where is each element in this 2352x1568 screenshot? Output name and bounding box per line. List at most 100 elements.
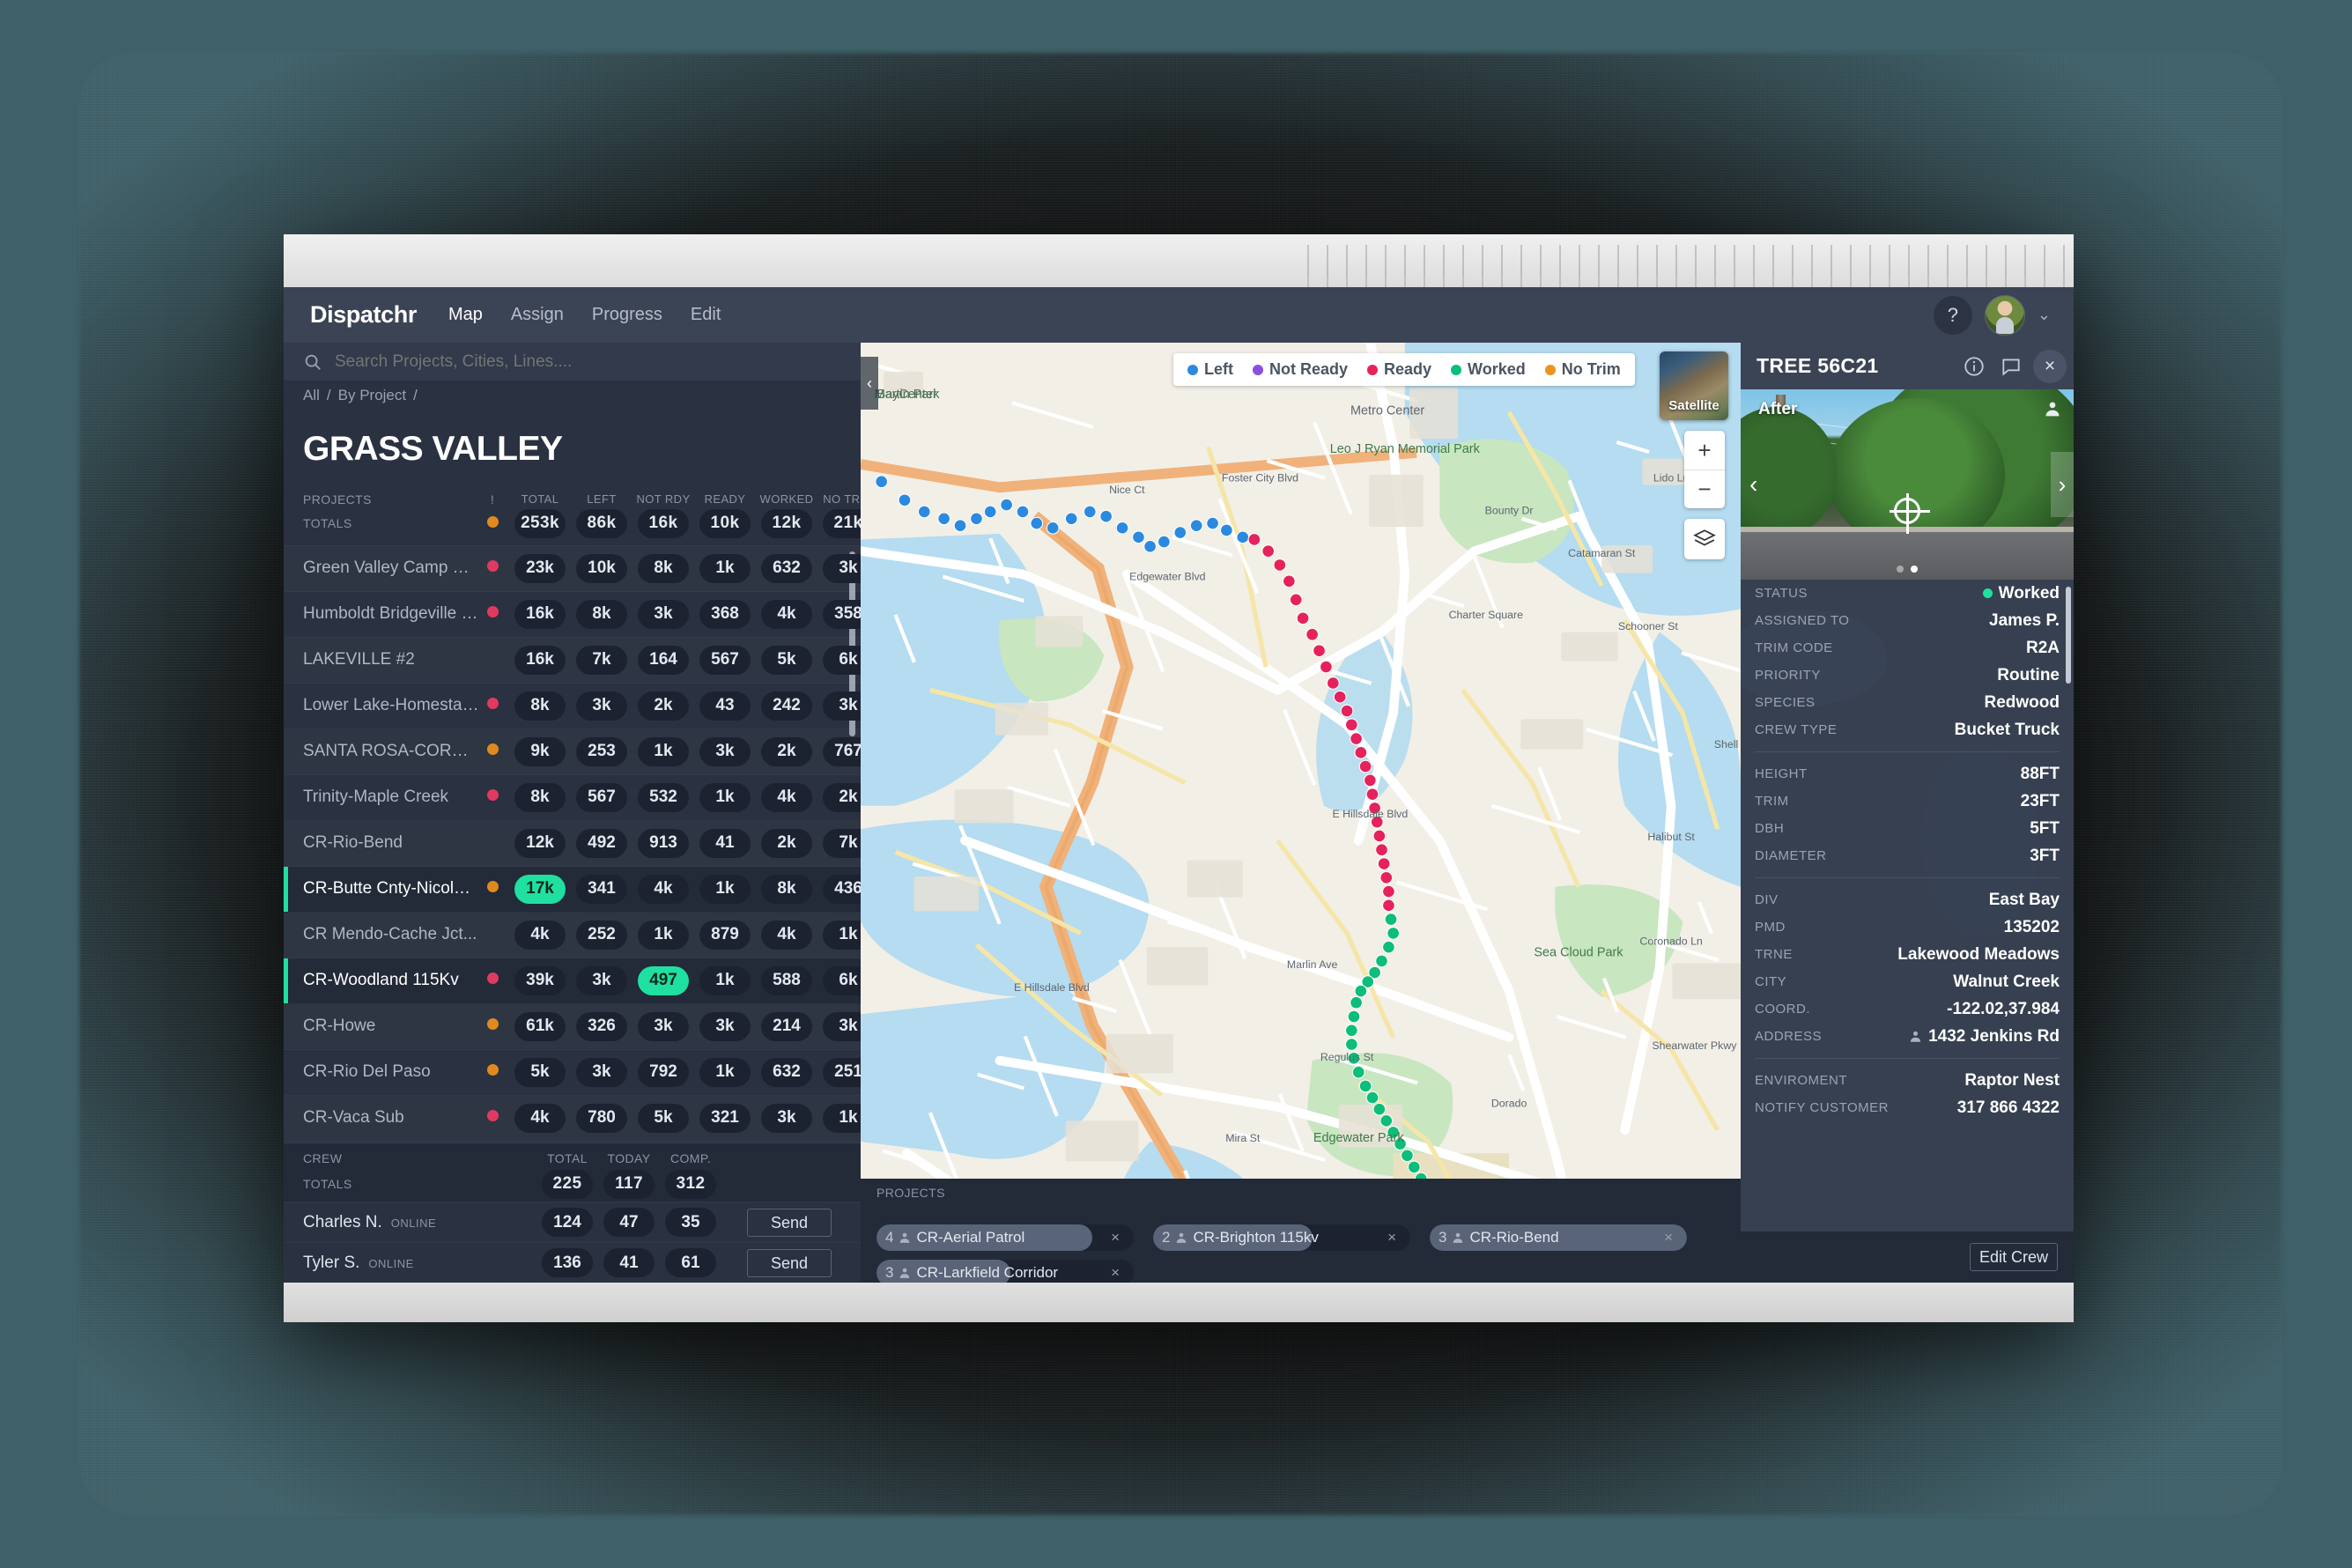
help-icon[interactable]: ? (1933, 295, 1972, 335)
project-chip[interactable]: 3 CR-Rio-Bend × (1430, 1224, 1687, 1251)
send-button[interactable]: Send (747, 1248, 832, 1277)
photo-prev-button[interactable]: ‹ (1749, 470, 1757, 499)
project-flag (479, 1018, 506, 1034)
map-tree-marker (1379, 870, 1394, 884)
cell-left: 492 (576, 828, 627, 858)
project-chip[interactable]: 2 CR-Brighton 115kv × (1153, 1224, 1410, 1251)
crew-row[interactable]: Charles N. ONLINE 124 47 35 Send (284, 1202, 861, 1242)
tree-detail-scrollbar[interactable] (2066, 587, 2071, 684)
map-container[interactable]: BayCenter Metro Center Leo J Ryan Memorial… (861, 343, 1741, 1283)
cell-not_rdy-cell: 1k (636, 736, 691, 766)
search-input[interactable] (335, 351, 841, 372)
cell-total-cell: 16k (513, 599, 567, 629)
totals-label: TOTALS (303, 516, 352, 531)
chevron-down-icon[interactable]: ⌄ (2038, 306, 2051, 324)
nav-item-map[interactable]: Map (448, 305, 483, 325)
detail-value: 3FT (2030, 847, 2060, 866)
map-tree-marker (1363, 773, 1377, 788)
crew-row[interactable]: Tyler S. ONLINE 136 41 61 Send (284, 1242, 861, 1283)
breadcrumb-item-by-project[interactable]: By Project (338, 387, 406, 404)
table-row[interactable]: Trinity-Maple Creek8k5675321k4k2k› (284, 775, 861, 821)
cell-total-cell: 8k (513, 782, 567, 812)
col-flag: ! (490, 492, 495, 507)
cell-total: 17k (514, 874, 566, 904)
tree-detail-header: TREE 56C21 × (1741, 343, 2074, 389)
cell-not_rdy-cell: 497 (636, 965, 691, 995)
map-tree-marker (1407, 1160, 1421, 1174)
person-icon[interactable] (2044, 400, 2061, 422)
zoom-out-button[interactable]: − (1684, 470, 1725, 508)
collapse-sidebar-button[interactable]: ‹ (861, 357, 878, 410)
status-dot (486, 606, 499, 618)
project-chip[interactable]: 3 CR-Larkfield Corridor × (876, 1260, 1134, 1283)
nav-item-edit[interactable]: Edit (691, 305, 721, 325)
nav-item-assign[interactable]: Assign (511, 305, 564, 325)
table-row[interactable]: LAKEVILLE #216k7k1645675k6k› (284, 638, 861, 684)
chip-remove-icon[interactable]: × (1664, 1229, 1673, 1246)
photo-pagination-dots[interactable] (1897, 566, 1918, 573)
table-row[interactable]: SANTA ROSA-CORONA9k2531k3k2k767› (284, 729, 861, 775)
chip-remove-icon[interactable]: × (1111, 1264, 1120, 1282)
legend-item-not-ready: Not Ready (1253, 360, 1348, 379)
tree-photo[interactable]: After ‹ › (1741, 389, 2074, 580)
map-tree-marker (1326, 677, 1340, 690)
map-layers-button[interactable] (1684, 519, 1725, 559)
map-tree-marker (1296, 611, 1310, 625)
nav-item-progress[interactable]: Progress (592, 305, 662, 325)
table-row[interactable]: CR-Rio Del Paso5k3k7921k632251› (284, 1050, 861, 1096)
map-tree-marker (1344, 1038, 1358, 1051)
person-icon (1910, 1031, 1921, 1042)
detail-value-text: Redwood (1984, 692, 2060, 712)
table-row[interactable]: CR Mendo-Cache Jct...4k2521k8794k1k› (284, 913, 861, 958)
col-crew: CREW (303, 1151, 343, 1165)
col-left: LEFT (587, 492, 617, 507)
breadcrumb-item-all[interactable]: All (303, 387, 320, 404)
send-button[interactable]: Send (747, 1208, 832, 1237)
totals-worked: 12k (761, 508, 812, 538)
satellite-toggle-button[interactable]: Satellite (1660, 351, 1728, 420)
cell-no_trim: 767 (823, 736, 861, 766)
cell-left: 3k (576, 965, 627, 995)
photo-next-button[interactable]: › (2051, 452, 2074, 517)
info-icon[interactable] (1959, 351, 1989, 381)
crew-member-name: Charles N. ONLINE (303, 1212, 437, 1231)
map-canvas[interactable]: BayCenterMetro CenterLeo J Ryan Memorial… (861, 343, 1741, 1283)
table-row[interactable]: Lower Lake-Homestake8k3k2k432423k› (284, 684, 861, 729)
map-label: Shearwater Pkwy (1652, 1039, 1737, 1052)
chip-count: 3 (885, 1264, 894, 1281)
search-bar[interactable] (284, 343, 861, 381)
detail-value-text: 88FT (2020, 764, 2060, 783)
cell-no_trim: 3k (823, 1011, 861, 1041)
table-row[interactable]: CR-Butte Cnty-Nicolaus Blvd 17k 341 4k 1k 8k 4… (284, 866, 861, 913)
chip-remove-icon[interactable]: × (1111, 1229, 1120, 1246)
project-name: CR-Howe (303, 1017, 376, 1036)
project-chip[interactable]: 4 CR-Aerial Patrol × (876, 1224, 1134, 1251)
cell-worked-cell: 242 (759, 691, 814, 721)
avatar[interactable] (1984, 294, 2025, 336)
table-row[interactable]: CR-Howe61k3263k3k2143k› (284, 1004, 861, 1050)
cell-ready: 567 (699, 645, 751, 675)
close-icon[interactable]: × (2033, 349, 2067, 383)
table-row[interactable]: CR-Woodland 115Kv39k3k4971k5886k› (284, 958, 861, 1004)
map-label: Foster City Blvd (1222, 472, 1298, 484)
app-brand[interactable]: Dispatchr (310, 301, 417, 329)
map-label: Regulus St (1320, 1051, 1374, 1063)
table-row[interactable]: CR-Grass Vil1k2k4153k152521› (284, 1142, 861, 1143)
table-row[interactable]: Green Valley Camp Evers23k10k8k1k6323k› (284, 546, 861, 592)
table-row[interactable]: CR-Rio-Bend12k492913412k7k› (284, 821, 861, 867)
chip-remove-icon[interactable]: × (1387, 1229, 1396, 1246)
cell-no_trim-cell: 7k (821, 828, 861, 858)
map-label: Leo J Ryan Memorial Park (1330, 442, 1481, 456)
detail-separator (1755, 751, 2060, 752)
comment-icon[interactable] (1996, 351, 2026, 381)
cell-ready-cell: 1k (698, 1057, 752, 1087)
tree-detail-groups: STATUS Worked ASSIGNED TO James P. TRIM CODE… (1741, 580, 2074, 1121)
detail-key: ADDRESS (1755, 1029, 1823, 1044)
table-row[interactable]: CR-Vaca Sub4k7805k3213k1k› (284, 1096, 861, 1142)
zoom-in-button[interactable]: + (1684, 431, 1725, 470)
cell-total-cell: 12k (513, 828, 567, 858)
chip-name: CR-Aerial Patrol (916, 1229, 1025, 1246)
table-row[interactable]: Humboldt Bridgeville Blvd 16k 8k 3k 368 4k 358… (284, 592, 861, 638)
edit-crew-button[interactable]: Edit Crew (1970, 1243, 2058, 1271)
project-flag (479, 698, 506, 714)
